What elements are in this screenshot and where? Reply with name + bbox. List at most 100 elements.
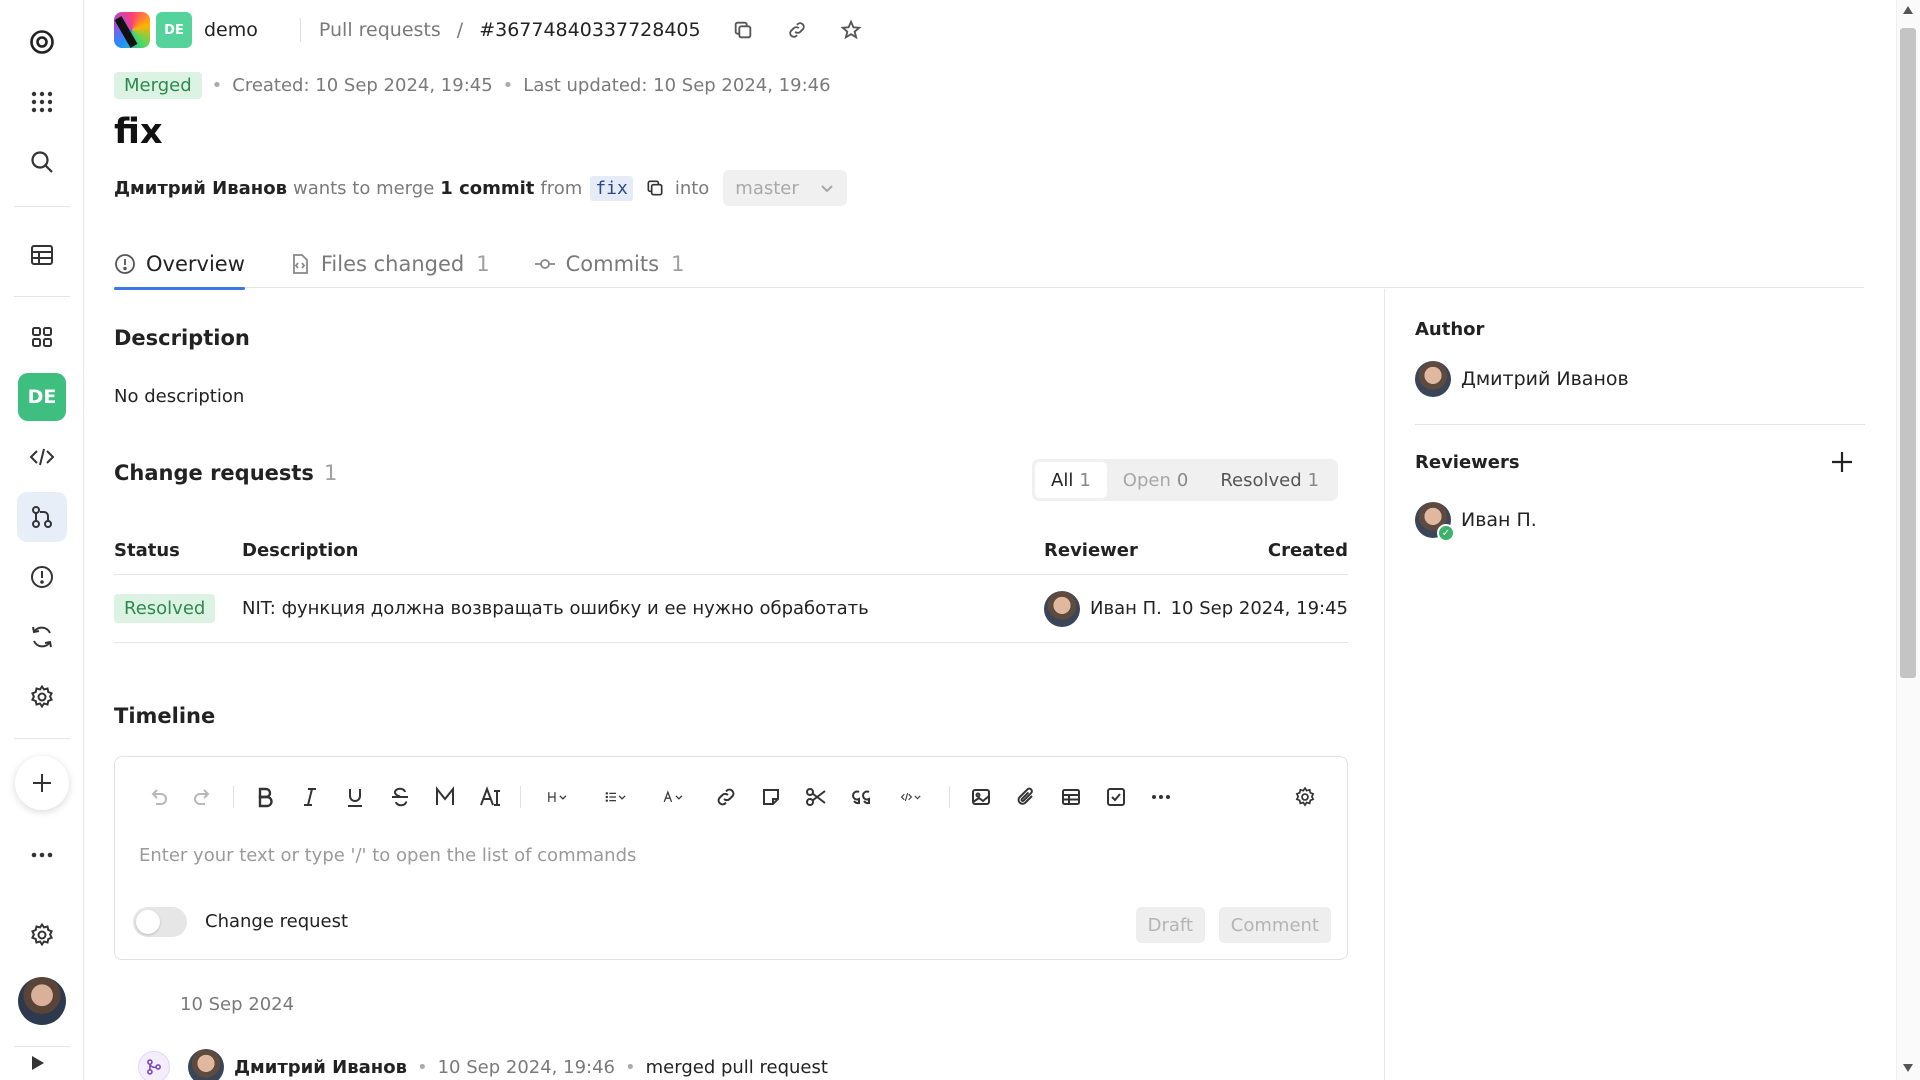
row-description-link[interactable]: NIT: функция должна возвращать ошибку и … <box>242 598 869 619</box>
author-link[interactable]: Дмитрий Иванов <box>114 178 287 199</box>
link-icon[interactable] <box>703 781 748 813</box>
more-options-icon[interactable] <box>1138 781 1183 813</box>
event-dot: • <box>416 1056 428 1078</box>
meta-dot: • <box>211 75 223 96</box>
editor-settings-gear-icon[interactable] <box>1282 781 1327 813</box>
status-badge: Merged <box>114 72 202 99</box>
table-icon[interactable] <box>1048 781 1093 813</box>
scroll-down-arrow-icon[interactable] <box>1903 1064 1913 1072</box>
image-icon[interactable] <box>958 781 1003 813</box>
event-author-link[interactable]: Дмитрий Иванов <box>234 1057 407 1078</box>
commits-link[interactable]: 1 commit <box>440 178 534 199</box>
add-reviewer-plus-icon[interactable] <box>1829 449 1855 475</box>
quote-icon[interactable] <box>838 781 883 813</box>
code-icon[interactable] <box>17 432 67 482</box>
table-header: Status Description Reviewer Created <box>114 527 1348 575</box>
scroll-up-arrow-icon[interactable] <box>1903 6 1913 14</box>
more-dots-icon[interactable] <box>17 830 67 880</box>
org-badge[interactable]: DE <box>156 12 192 48</box>
pr-tabs: Overview Files changed 1 Commits 1 <box>114 240 1864 290</box>
merge-summary: Дмитрий Иванов wants to merge 1 commit f… <box>114 170 848 206</box>
filter-open[interactable]: Open 0 <box>1107 462 1205 498</box>
copy-branch-icon[interactable] <box>645 178 665 198</box>
projects-icon[interactable] <box>17 312 67 362</box>
filter-all[interactable]: All 1 <box>1035 462 1107 498</box>
target-branch-select[interactable]: master <box>723 170 848 206</box>
create-plus-button[interactable] <box>15 756 69 810</box>
copy-icon[interactable] <box>731 18 755 42</box>
org-name-link[interactable]: demo <box>204 19 258 41</box>
panel-divider <box>1384 289 1385 1080</box>
source-branch[interactable]: fix <box>590 175 633 201</box>
star-icon[interactable] <box>839 18 863 42</box>
monospace-icon[interactable] <box>422 781 467 813</box>
event-dot: • <box>625 1056 636 1078</box>
strikethrough-icon[interactable] <box>377 781 422 813</box>
org-avatar[interactable]: DE <box>18 373 66 421</box>
redo-icon[interactable] <box>180 781 225 813</box>
settings-gear-icon[interactable] <box>17 672 67 722</box>
pull-requests-icon[interactable] <box>17 492 67 542</box>
created-date: Created: 10 Sep 2024, 19:45 <box>232 75 493 96</box>
page-scrollbar[interactable] <box>1896 0 1920 1080</box>
font-size-dropdown-icon[interactable] <box>645 781 703 813</box>
reviewer-person[interactable]: ✓ Иван П. <box>1415 502 1537 542</box>
col-reviewer[interactable]: Reviewer <box>1044 540 1138 561</box>
change-request-toggle-label: Change request <box>205 911 349 932</box>
home-logo-icon[interactable] <box>17 17 67 67</box>
commit-icon <box>534 259 555 269</box>
meta-dot: • <box>502 75 514 96</box>
col-description[interactable]: Description <box>242 540 358 561</box>
change-requests-count: 1 <box>323 461 338 485</box>
ci-cycle-icon[interactable] <box>17 612 67 662</box>
sidebar-divider <box>1415 424 1865 425</box>
apps-grid-icon[interactable] <box>17 77 67 127</box>
chevron-down-icon <box>821 185 834 193</box>
attachment-icon[interactable] <box>1003 781 1048 813</box>
rail-divider <box>14 206 70 207</box>
timeline-heading: Timeline <box>114 704 216 728</box>
col-created[interactable]: Created <box>1268 540 1348 561</box>
undo-icon[interactable] <box>135 781 180 813</box>
issues-icon[interactable] <box>17 552 67 602</box>
tab-overview[interactable]: Overview <box>114 240 245 290</box>
toolbar-divider <box>520 786 521 808</box>
checkbox-icon[interactable] <box>1093 781 1138 813</box>
bold-icon[interactable] <box>242 781 287 813</box>
cut-icon[interactable] <box>793 781 838 813</box>
service-logo-icon[interactable] <box>114 12 150 48</box>
comment-input[interactable]: Enter your text or type '/' to open the … <box>139 845 636 866</box>
col-status[interactable]: Status <box>114 540 180 561</box>
overview-icon <box>115 254 135 274</box>
filter-open-label: Open <box>1122 469 1171 491</box>
draft-button[interactable]: Draft <box>1135 907 1205 943</box>
breadcrumb-pull-requests[interactable]: Pull requests <box>319 19 441 41</box>
filter-resolved[interactable]: Resolved 1 <box>1204 462 1335 498</box>
expand-rail-icon[interactable] <box>32 1056 44 1070</box>
user-avatar[interactable] <box>18 977 66 1025</box>
global-settings-gear-icon[interactable] <box>17 910 67 960</box>
event-time: 10 Sep 2024, 19:46 <box>437 1056 615 1078</box>
link-icon[interactable] <box>785 18 809 42</box>
search-icon[interactable] <box>17 137 67 187</box>
italic-icon[interactable] <box>287 781 332 813</box>
from-text: from <box>540 177 583 199</box>
tab-files-changed[interactable]: Files changed 1 <box>289 240 490 288</box>
pr-meta: Merged • Created: 10 Sep 2024, 19:45 • L… <box>114 72 831 99</box>
heading-dropdown-icon[interactable] <box>529 781 587 813</box>
scroll-thumb[interactable] <box>1900 28 1916 678</box>
comment-button[interactable]: Comment <box>1218 907 1331 943</box>
change-request-toggle[interactable] <box>133 907 187 937</box>
note-icon[interactable] <box>748 781 793 813</box>
table-row[interactable]: Resolved NIT: функция должна возвращать … <box>114 575 1348 643</box>
text-color-icon[interactable] <box>467 781 512 813</box>
underline-icon[interactable] <box>332 781 377 813</box>
rail-divider <box>14 738 70 739</box>
list-dropdown-icon[interactable] <box>587 781 645 813</box>
author-name: Дмитрий Иванов <box>1461 368 1629 390</box>
tab-commits[interactable]: Commits 1 <box>534 240 684 288</box>
dashboard-icon[interactable] <box>17 230 67 280</box>
code-dropdown-icon[interactable] <box>883 781 941 813</box>
author-person[interactable]: Дмитрий Иванов <box>1415 361 1629 397</box>
page-header: DE demo Pull requests / #367748403377284… <box>114 10 863 50</box>
